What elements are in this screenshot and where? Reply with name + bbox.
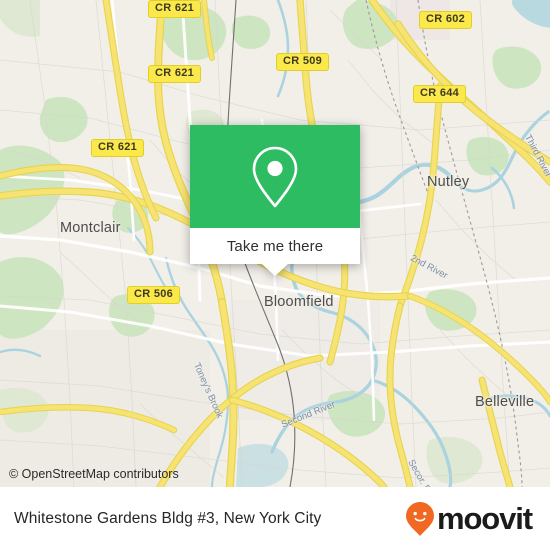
moovit-brand-logo[interactable]: moovit (405, 501, 533, 537)
destination-popup-card[interactable]: Take me there (190, 125, 360, 276)
moovit-pin-icon (405, 501, 434, 536)
road-shield-cr-621-west[interactable]: CR 621 (91, 139, 145, 157)
road-shield-cr-509[interactable]: CR 509 (276, 53, 330, 71)
map-pin-icon (252, 146, 298, 207)
popup-header (190, 125, 360, 228)
road-shield-cr-621-mid[interactable]: CR 621 (148, 65, 202, 83)
take-me-there-label: Take me there (226, 237, 324, 255)
moovit-wordmark: moovit (436, 501, 533, 536)
place-title: Whitestone Gardens Bldg #3, New York Cit… (14, 509, 322, 527)
road-shield-cr-602[interactable]: CR 602 (419, 11, 473, 29)
road-shield-cr-644[interactable]: CR 644 (413, 85, 467, 103)
map-canvas[interactable]: .park { fill: #cde5c0; } .park2 { fill: … (0, 0, 550, 487)
osm-attribution[interactable]: © OpenStreetMap contributors (9, 467, 179, 481)
road-shield-cr-506[interactable]: CR 506 (127, 286, 181, 304)
bottom-info-bar: Whitestone Gardens Bldg #3, New York Cit… (0, 487, 550, 550)
moovit-map-screenshot: .park { fill: #cde5c0; } .park2 { fill: … (0, 0, 550, 550)
popup-pointer-tail (262, 264, 288, 276)
popup-footer[interactable]: Take me there (190, 228, 360, 264)
road-shield-cr-621-north[interactable]: CR 621 (148, 0, 202, 18)
